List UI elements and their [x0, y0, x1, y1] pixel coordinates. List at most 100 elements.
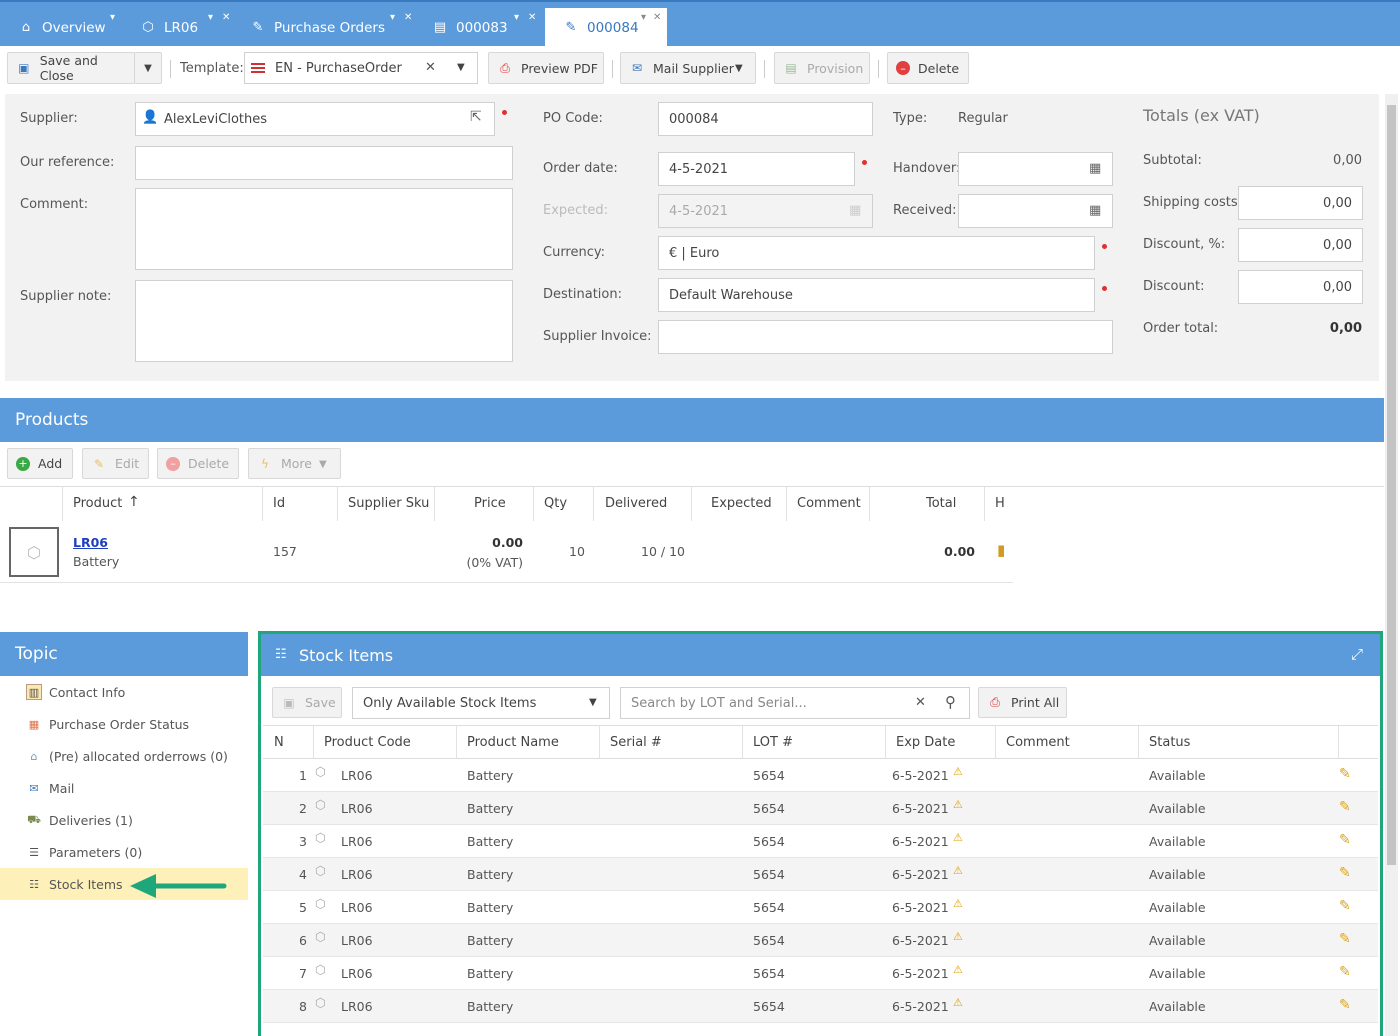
tab-000084[interactable]: ✎ 000084 ▾ ✕ [545, 8, 667, 48]
col-product-name[interactable]: Product Name [467, 735, 559, 750]
delete-button[interactable]: – Delete [887, 52, 969, 84]
edit-pencil-icon[interactable]: ✎ [1339, 832, 1351, 848]
tab-lr06[interactable]: ⬡ LR06 ▾ ✕ [122, 8, 240, 48]
add-product-button[interactable]: + Add [7, 448, 73, 479]
col-qty[interactable]: Qty [544, 496, 567, 511]
row-number: 4 [299, 867, 307, 882]
chevron-down-icon[interactable]: ▼ [457, 62, 465, 73]
more-button[interactable]: ϟ More ▼ [248, 448, 341, 479]
stock-filter-select[interactable]: Only Available Stock Items ▼ [352, 687, 610, 719]
table-row[interactable]: 6 LR06 Battery 5654 6-5-2021 Available ⬡ ⚠ ✎ [263, 924, 1378, 957]
mail-supplier-button[interactable]: ✉ Mail Supplier ▼ [620, 52, 756, 84]
col-n[interactable]: N [274, 735, 284, 750]
clear-icon[interactable]: ✕ [425, 60, 436, 75]
product-code: LR06 [341, 834, 373, 849]
edit-pencil-icon[interactable]: ✎ [1339, 799, 1351, 815]
tab-close-icon[interactable]: ✕ [404, 12, 412, 23]
col-total[interactable]: Total [926, 496, 956, 511]
table-row[interactable]: 8 LR06 Battery 5654 6-5-2021 Available ⬡ ⚠ ✎ [263, 990, 1378, 1023]
tab-menu-icon[interactable]: ▾ [641, 12, 646, 23]
stock-search-input[interactable]: Search by LOT and Serial... ✕ ⚲ [620, 687, 970, 719]
tab-menu-icon[interactable]: ▾ [390, 12, 395, 23]
supplier-field[interactable]: 👤 AlexLeviClothes ⇱ [135, 102, 495, 136]
warning-icon: ⚠ [953, 897, 963, 910]
clear-icon[interactable]: ✕ [915, 695, 926, 710]
edit-product-button[interactable]: ✎ Edit [82, 448, 149, 479]
table-row[interactable]: 1 LR06 Battery 5654 6-5-2021 Available ⬡ ⚠ ✎ [263, 759, 1378, 792]
handover-date-field[interactable]: ▦ [958, 152, 1113, 186]
topic-deliveries[interactable]: ⛟ Deliveries (1) [0, 804, 248, 836]
tab-overview[interactable]: ⌂ Overview ▾ [0, 8, 128, 48]
table-row[interactable]: 4 LR06 Battery 5654 6-5-2021 Available ⬡ ⚠ ✎ [263, 858, 1378, 891]
col-id[interactable]: Id [273, 496, 285, 511]
topic-mail[interactable]: ✉ Mail [0, 772, 248, 804]
tab-menu-icon[interactable]: ▾ [110, 12, 115, 23]
calendar-icon[interactable]: ▦ [1089, 203, 1105, 219]
tab-000083[interactable]: ▤ 000083 ▾ ✕ [414, 8, 544, 48]
topic-contact-info[interactable]: ▥ Contact Info [0, 676, 248, 708]
col-serial[interactable]: Serial # [610, 735, 662, 750]
tab-menu-icon[interactable]: ▾ [208, 12, 213, 23]
tab-purchase-orders[interactable]: ✎ Purchase Orders ▾ ✕ [232, 8, 422, 48]
print-all-button[interactable]: ⎙ Print All [978, 687, 1067, 718]
edit-pencil-icon[interactable]: ✎ [1339, 964, 1351, 980]
provision-button[interactable]: ▤ Provision [774, 52, 870, 84]
col-supplier-sku[interactable]: Supplier Sku [348, 496, 429, 511]
discount-percent-field[interactable]: 0,00 [1238, 228, 1363, 262]
col-product[interactable]: Product [73, 496, 122, 511]
col-h[interactable]: H [995, 496, 1005, 511]
edit-pencil-icon[interactable]: ✎ [1339, 931, 1351, 947]
tab-close-icon[interactable]: ✕ [653, 12, 661, 23]
our-reference-field[interactable] [135, 146, 513, 180]
save-and-close-button[interactable]: ▣ Save and Close [7, 52, 135, 84]
topic-parameters[interactable]: ☰ Parameters (0) [0, 836, 248, 868]
col-status[interactable]: Status [1149, 735, 1190, 750]
search-icon[interactable]: ⚲ [945, 693, 956, 711]
edit-pencil-icon[interactable]: ✎ [1339, 766, 1351, 782]
save-options-dropdown[interactable]: ▼ [134, 52, 162, 84]
discount-field[interactable]: 0,00 [1238, 270, 1363, 304]
tab-menu-icon[interactable]: ▾ [514, 12, 519, 23]
topic-purchase-order-status[interactable]: ▦ Purchase Order Status [0, 708, 248, 740]
product-code-link[interactable]: LR06 [73, 535, 108, 550]
supplier-invoice-field[interactable] [658, 320, 1113, 354]
col-lot[interactable]: LOT # [753, 735, 793, 750]
order-date-field[interactable]: 4-5-2021 [658, 152, 855, 186]
edit-pencil-icon[interactable]: ✎ [1339, 898, 1351, 914]
table-row[interactable]: 3 LR06 Battery 5654 6-5-2021 Available ⬡ ⚠ ✎ [263, 825, 1378, 858]
preview-pdf-button[interactable]: ⎙ Preview PDF [488, 52, 604, 84]
currency-select[interactable]: € | Euro [658, 236, 1095, 270]
shipping-costs-field[interactable]: 0,00 [1238, 186, 1363, 220]
table-row[interactable]: 5 LR06 Battery 5654 6-5-2021 Available ⬡ ⚠ ✎ [263, 891, 1378, 924]
edit-pencil-icon[interactable]: ✎ [1339, 997, 1351, 1013]
expand-icon[interactable]: ⤢ [1351, 645, 1363, 663]
supplier-note-field[interactable] [135, 280, 513, 362]
col-comment[interactable]: Comment [1006, 735, 1070, 750]
col-expected[interactable]: Expected [711, 496, 772, 511]
received-date-field[interactable]: ▦ [958, 194, 1113, 228]
tab-close-icon[interactable]: ✕ [528, 12, 536, 23]
products-header: Products [0, 398, 1384, 442]
col-comment[interactable]: Comment [797, 496, 861, 511]
table-row[interactable]: 7 LR06 Battery 5654 6-5-2021 Available ⬡ ⚠ ✎ [263, 957, 1378, 990]
external-link-icon[interactable]: ⇱ [470, 109, 482, 125]
delete-product-button[interactable]: – Delete [157, 448, 239, 479]
topic-preallocated-orderrows[interactable]: ⌂ (Pre) allocated orderrows (0) [0, 740, 248, 772]
col-price[interactable]: Price [474, 496, 506, 511]
product-code: LR06 [341, 900, 373, 915]
clipboard-icon[interactable]: ▮ [997, 541, 1005, 559]
col-delivered[interactable]: Delivered [605, 496, 667, 511]
comment-field[interactable] [135, 188, 513, 270]
table-row[interactable]: 2 LR06 Battery 5654 6-5-2021 Available ⬡ ⚠ ✎ [263, 792, 1378, 825]
col-product-code[interactable]: Product Code [324, 735, 411, 750]
destination-select[interactable]: Default Warehouse [658, 278, 1095, 312]
po-code-field[interactable]: 000084 [658, 102, 873, 136]
template-select[interactable]: EN - PurchaseOrder ✕ ▼ [244, 52, 478, 84]
edit-pencil-icon[interactable]: ✎ [1339, 865, 1351, 881]
col-exp-date[interactable]: Exp Date [896, 735, 955, 750]
stock-save-button[interactable]: ▣ Save [272, 687, 342, 718]
product-row[interactable] [0, 520, 1013, 583]
calendar-icon[interactable]: ▦ [1089, 161, 1105, 177]
tab-close-icon[interactable]: ✕ [222, 12, 230, 23]
scrollbar-thumb[interactable] [1387, 105, 1396, 865]
